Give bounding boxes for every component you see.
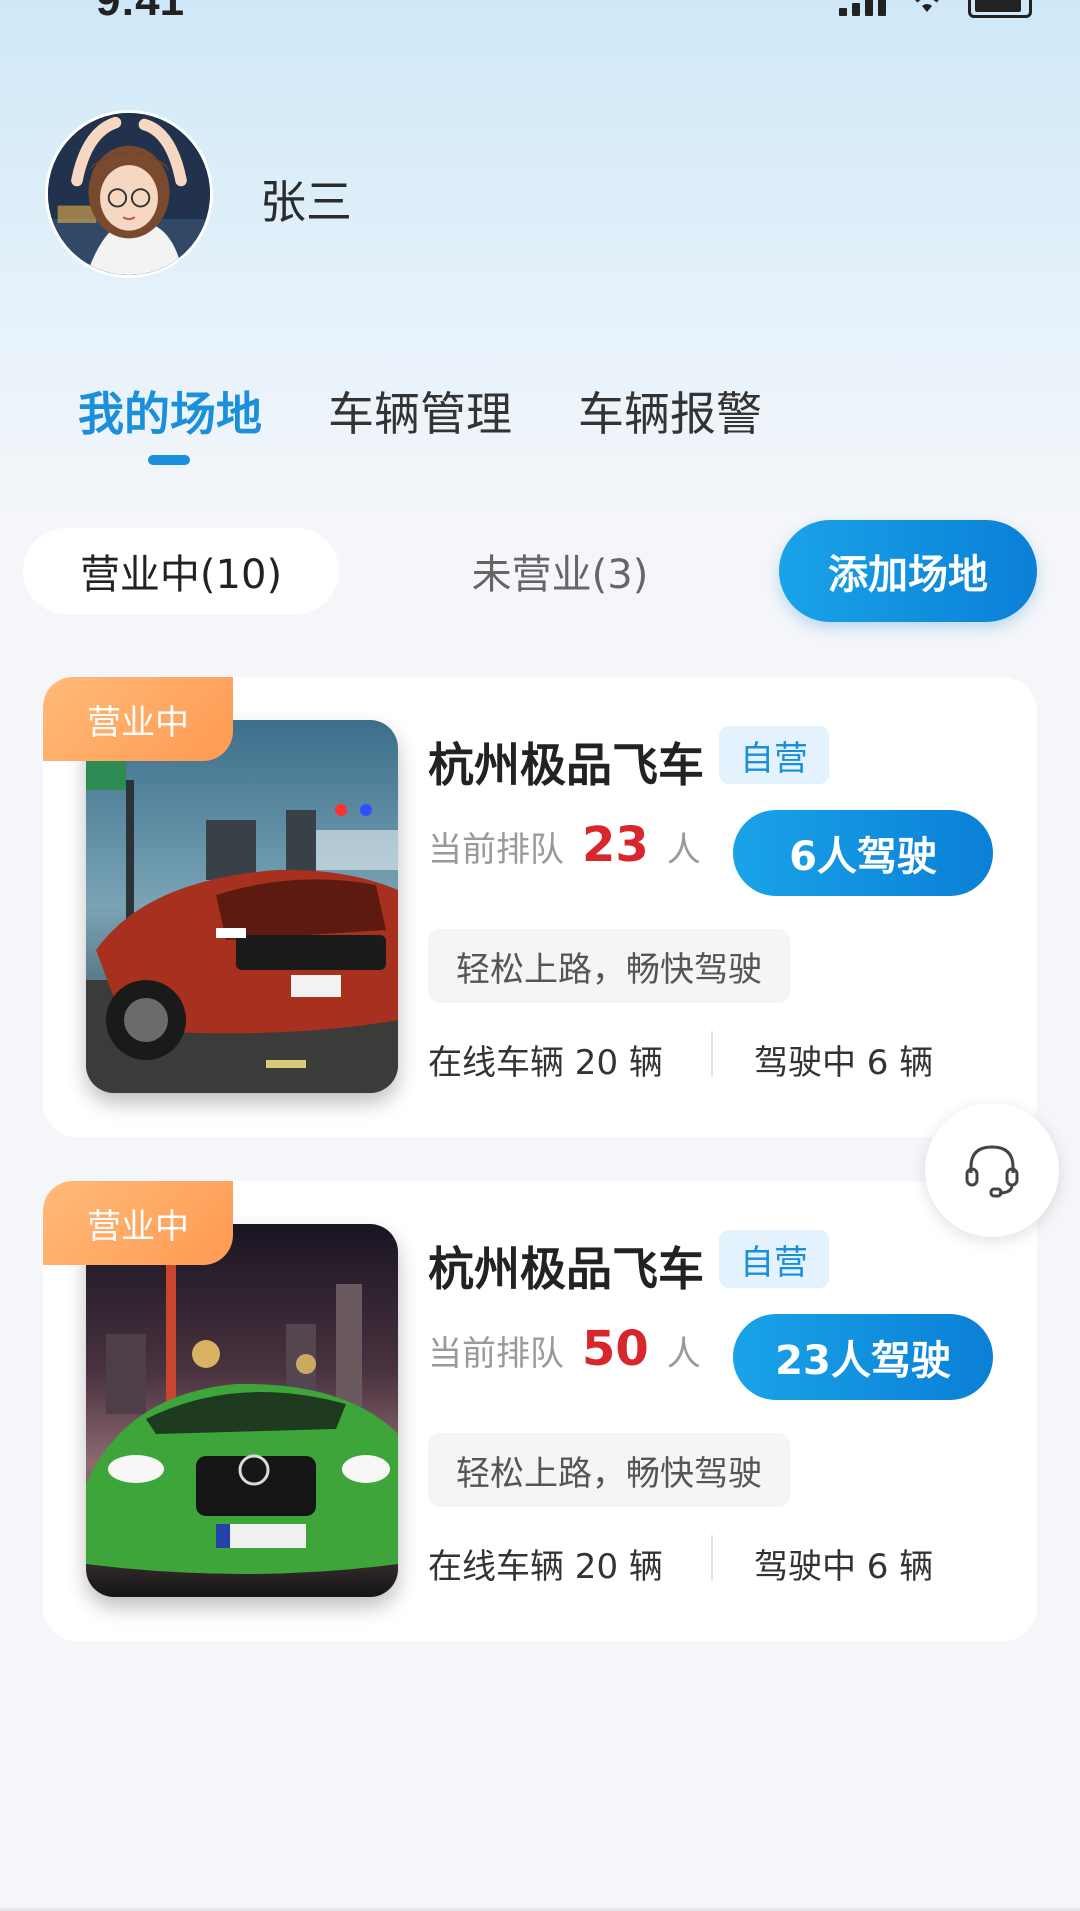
headset-icon bbox=[965, 1145, 1019, 1198]
online-vehicles: 在线车辆 20 辆 bbox=[428, 1043, 663, 1083]
status-badge: 营业中 bbox=[43, 1181, 233, 1265]
avatar[interactable] bbox=[45, 110, 213, 278]
add-venue-button[interactable]: 添加场地 bbox=[779, 520, 1037, 622]
filter-closed-button[interactable]: 未营业(3) bbox=[440, 528, 680, 614]
queue-unit: 人 bbox=[666, 830, 701, 870]
tab-vehicle-management[interactable]: 车辆管理 bbox=[328, 378, 512, 444]
user-name: 张三 bbox=[260, 175, 352, 229]
stat-divider bbox=[711, 1031, 713, 1077]
queue-label: 当前排队 bbox=[428, 1334, 564, 1374]
venue-card[interactable]: 营业中 bbox=[43, 1181, 1037, 1641]
tab-vehicle-alarm[interactable]: 车辆报警 bbox=[578, 378, 762, 444]
venue-card[interactable]: 营业中 bbox=[43, 677, 1037, 1137]
queue-unit: 人 bbox=[666, 1334, 701, 1374]
online-vehicles: 在线车辆 20 辆 bbox=[428, 1547, 663, 1587]
tab-my-venues[interactable]: 我的场地 bbox=[78, 378, 262, 444]
queue-label: 当前排队 bbox=[428, 830, 564, 870]
filter-open-button[interactable]: 营业中(10) bbox=[23, 528, 339, 614]
self-run-tag: 自营 bbox=[719, 1230, 829, 1288]
customer-service-button[interactable] bbox=[925, 1103, 1059, 1237]
queue-count: 23 bbox=[582, 817, 649, 873]
self-run-tag: 自营 bbox=[719, 726, 829, 784]
driving-vehicles: 驾驶中 6 辆 bbox=[754, 1547, 934, 1587]
status-badge: 营业中 bbox=[43, 677, 233, 761]
venue-management-screen: 9:41 张三 我的场地 车辆管理 车辆报警 营业中(10) 未营业(3) 添加… bbox=[0, 0, 1080, 1911]
queue-info: 当前排队 50 人 bbox=[428, 1321, 701, 1377]
venue-name: 杭州极品飞车 bbox=[428, 738, 704, 792]
battery-icon bbox=[968, 0, 1032, 18]
status-icons bbox=[839, 0, 1032, 20]
status-bar: 9:41 bbox=[0, 0, 1080, 28]
vehicle-stats: 在线车辆 20 辆 驾驶中 6 辆 bbox=[428, 1029, 988, 1083]
tab-bar: 我的场地 车辆管理 车辆报警 bbox=[78, 378, 828, 444]
slogan-tag: 轻松上路，畅快驾驶 bbox=[428, 929, 790, 1003]
vehicle-stats: 在线车辆 20 辆 驾驶中 6 辆 bbox=[428, 1533, 988, 1587]
drivers-button[interactable]: 6人驾驶 bbox=[733, 810, 993, 896]
queue-info: 当前排队 23 人 bbox=[428, 817, 701, 873]
status-time: 9:41 bbox=[96, 0, 185, 25]
venue-image bbox=[86, 1224, 398, 1597]
drivers-button[interactable]: 23人驾驶 bbox=[733, 1314, 993, 1400]
queue-count: 50 bbox=[582, 1321, 649, 1377]
tab-active-indicator bbox=[148, 455, 190, 465]
stat-divider bbox=[711, 1535, 713, 1581]
venue-name: 杭州极品飞车 bbox=[428, 1242, 704, 1296]
wifi-icon bbox=[910, 0, 944, 14]
driving-vehicles: 驾驶中 6 辆 bbox=[754, 1043, 934, 1083]
signal-icon bbox=[839, 0, 886, 16]
slogan-tag: 轻松上路，畅快驾驶 bbox=[428, 1433, 790, 1507]
venue-image bbox=[86, 720, 398, 1093]
